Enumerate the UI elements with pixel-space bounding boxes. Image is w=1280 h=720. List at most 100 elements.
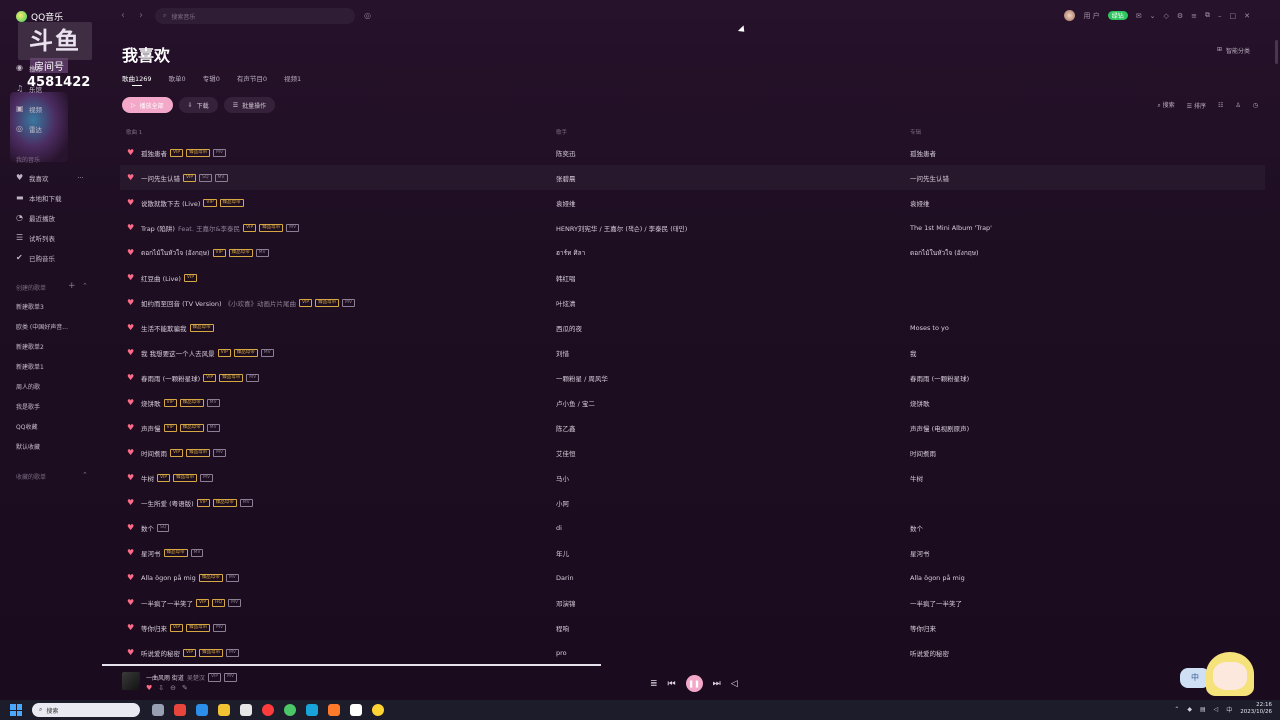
song-artist[interactable]: 西瓜的夜 <box>556 323 582 333</box>
song-artist[interactable]: HENRY刘宪华 / 王嘉尔 (잭슨) / 李泰民 (태민) <box>556 223 687 233</box>
song-title[interactable]: 牛树 <box>141 473 154 483</box>
heart-icon[interactable]: ♥ <box>127 498 134 507</box>
tab-3[interactable]: 有声节目0 <box>237 73 267 83</box>
quality-tag[interactable]: MV <box>239 498 253 507</box>
song-album[interactable]: Moses to yo <box>910 324 949 332</box>
quality-tag[interactable]: MV <box>213 148 227 157</box>
table-row[interactable]: ♥ 星河书 臻品母带 MV 年儿 星河书 <box>120 540 1265 565</box>
sidebar-item-3[interactable]: ◎ 雷达 <box>16 124 42 135</box>
song-artist[interactable]: 程响 <box>556 623 569 633</box>
song-title[interactable]: 说散就散下去 (Live) <box>141 198 200 208</box>
sidebar-item-my-0[interactable]: ♥ 我喜欢 ··· <box>16 173 84 184</box>
sidebar-item-my-3[interactable]: ☰ 试听列表 <box>16 233 55 244</box>
table-row[interactable]: ♥ 说散就散下去 (Live) VIP 臻品母带 袁娅维 袁娅维 <box>120 190 1265 215</box>
next-icon[interactable]: ⏭ <box>713 679 721 689</box>
song-title[interactable]: 红豆曲 (Live) <box>141 273 181 283</box>
quality-tag[interactable]: MV <box>213 623 227 632</box>
song-album[interactable]: 数个 <box>910 523 923 533</box>
song-album[interactable]: The 1st Mini Album 'Trap' <box>910 224 992 232</box>
pause-button[interactable]: ❚❚ <box>685 675 703 692</box>
quality-tag[interactable]: MV <box>190 548 204 557</box>
quality-tag[interactable]: MV <box>200 473 214 482</box>
column-album[interactable]: 专辑 <box>910 128 921 136</box>
minimize-icon[interactable]: – <box>1218 12 1222 20</box>
table-row[interactable]: ♥ 一生所爱 (粤语版) VIP 臻品母带 MV 小阿 <box>120 490 1265 515</box>
tab-4[interactable]: 视频1 <box>284 73 301 83</box>
heart-icon[interactable]: ♥ <box>127 573 134 582</box>
song-artist[interactable]: 陈乙鑫 <box>556 423 576 433</box>
table-row[interactable]: ♥ 如约而至回音 (TV Version) 《小欢喜》动画片片尾曲 VIP 臻品母带 MV… <box>120 290 1265 315</box>
quality-tag[interactable]: MV <box>228 598 242 607</box>
sidebar-item-my-2[interactable]: ◔ 最近播放 <box>16 213 55 224</box>
quality-tag[interactable]: MV <box>226 648 240 657</box>
qq-music-taskbar-icon[interactable] <box>372 704 384 716</box>
song-title[interactable]: 烧饼歌 <box>141 398 161 408</box>
song-album[interactable]: 听说爱的秘密 <box>910 648 949 658</box>
search-input[interactable]: ⌕ 搜索音乐 <box>155 8 355 24</box>
song-title[interactable]: 声声慢 <box>141 423 161 433</box>
now-playing-tag[interactable]: MV <box>224 673 238 682</box>
song-album[interactable]: ดอกไม้ในหัวใจ (อังกฤษ) <box>910 248 979 258</box>
maximize-icon[interactable]: □ <box>1230 12 1237 20</box>
chevron-up-icon[interactable]: ⌃ <box>82 282 88 290</box>
progress-bar[interactable] <box>102 664 601 666</box>
song-artist[interactable]: 马小 <box>556 473 569 483</box>
user-icon[interactable]: ♙ <box>1235 102 1240 109</box>
app-icon[interactable] <box>174 704 186 716</box>
table-row[interactable]: ♥ ดอกไม้ในหัวใจ (อังกฤษ) VIP 臻品母带 MV ฮาร์ท ศิ… <box>120 240 1265 265</box>
heart-icon[interactable]: ♥ <box>127 323 134 332</box>
song-album[interactable]: 时间煮雨 <box>910 448 936 458</box>
song-title[interactable]: 星河书 <box>141 548 161 558</box>
heart-icon[interactable]: ♥ <box>127 373 134 382</box>
batch-operation-button[interactable]: ☰ 批量操作 <box>223 97 276 113</box>
song-title[interactable]: 春雨雨 (一颗粉星球) <box>141 373 200 383</box>
windows-start-icon[interactable] <box>10 704 22 716</box>
album-cover[interactable] <box>122 672 140 690</box>
quality-tag[interactable]: MV <box>246 373 260 382</box>
song-artist[interactable]: 韩红唱 <box>556 273 576 283</box>
shirt-icon[interactable]: ◇ <box>1163 12 1168 20</box>
chevron-up-icon[interactable]: ⌃ <box>82 471 88 479</box>
like-icon[interactable]: ♥ <box>146 684 152 692</box>
table-row[interactable]: ♥ 一半疯了一半笑了 VIP HQ MV 邓演锦 一半疯了一半笑了 <box>120 590 1265 615</box>
mail-icon[interactable]: ✉ <box>1136 12 1142 20</box>
opera-icon[interactable] <box>262 704 274 716</box>
song-artist[interactable]: 张碧晨 <box>556 173 576 183</box>
song-title[interactable]: ดอกไม้ในหัวใจ (อังกฤษ) <box>141 248 210 258</box>
table-row[interactable]: ♥ 红豆曲 (Live) VIP 韩红唱 <box>120 265 1265 290</box>
song-title[interactable]: 等你归来 <box>141 623 167 633</box>
song-title[interactable]: 数个 <box>141 523 154 533</box>
song-title[interactable]: 时间煮雨 <box>141 448 167 458</box>
song-artist[interactable]: 小阿 <box>556 498 569 508</box>
network-icon[interactable]: ▤ <box>1200 706 1206 713</box>
song-artist[interactable]: 邓演锦 <box>556 598 576 608</box>
tray-app-icon[interactable]: ◆ <box>1187 706 1192 713</box>
back-arrow-icon[interactable]: ‹ <box>121 10 125 21</box>
table-row[interactable]: ♥ 声声慢 VIP 臻品母带 MV 陈乙鑫 声声慢 (电视剧原声) <box>120 415 1265 440</box>
quality-tag[interactable]: MV <box>286 223 300 232</box>
heart-icon[interactable]: ♥ <box>127 148 134 157</box>
voice-search-icon[interactable]: ◎ <box>364 11 371 20</box>
table-row[interactable]: ♥ 春雨雨 (一颗粉星球) VIP 臻品母带 MV 一颗粉星 / 周风华 春雨雨 (一颗粉星… <box>120 365 1265 390</box>
table-row[interactable]: ♥ 数个 SQ di 数个 <box>120 515 1265 540</box>
song-album[interactable]: 牛树 <box>910 473 923 483</box>
table-row[interactable]: ♥ 牛树 VIP 臻品母带 MV 马小 牛树 <box>120 465 1265 490</box>
song-artist[interactable]: 刘惜 <box>556 348 569 358</box>
tab-1[interactable]: 歌单0 <box>169 73 186 83</box>
table-row[interactable]: ♥ 孤独患者 VIP 臻品母带 MV 陈奕迅 孤独患者 <box>120 140 1265 165</box>
sort-button[interactable]: ☰ 排序 <box>1187 101 1206 110</box>
heart-icon[interactable]: ♥ <box>127 448 134 457</box>
scrollbar[interactable] <box>1275 40 1278 64</box>
quality-tag[interactable]: MV <box>225 573 239 582</box>
now-playing-title[interactable]: 一曲风雨 街道 <box>146 673 184 682</box>
song-album[interactable]: Alla ögon på mig <box>910 574 965 582</box>
input-method-icon[interactable]: 中 <box>1226 705 1232 714</box>
quality-tag[interactable]: MV <box>213 448 227 457</box>
settings-icon[interactable]: ⚙ <box>1177 12 1183 20</box>
song-title[interactable]: Alla ögon på mig <box>141 574 196 582</box>
heart-icon[interactable]: ♥ <box>127 298 134 307</box>
heart-icon[interactable]: ♥ <box>127 173 134 182</box>
table-row[interactable]: ♥ 烧饼歌 VIP 臻品母带 MV 卢小鱼 / 宝二 烧饼歌 <box>120 390 1265 415</box>
song-title[interactable]: 一问先生认错 <box>141 173 180 183</box>
heart-icon[interactable]: ♥ <box>127 623 134 632</box>
